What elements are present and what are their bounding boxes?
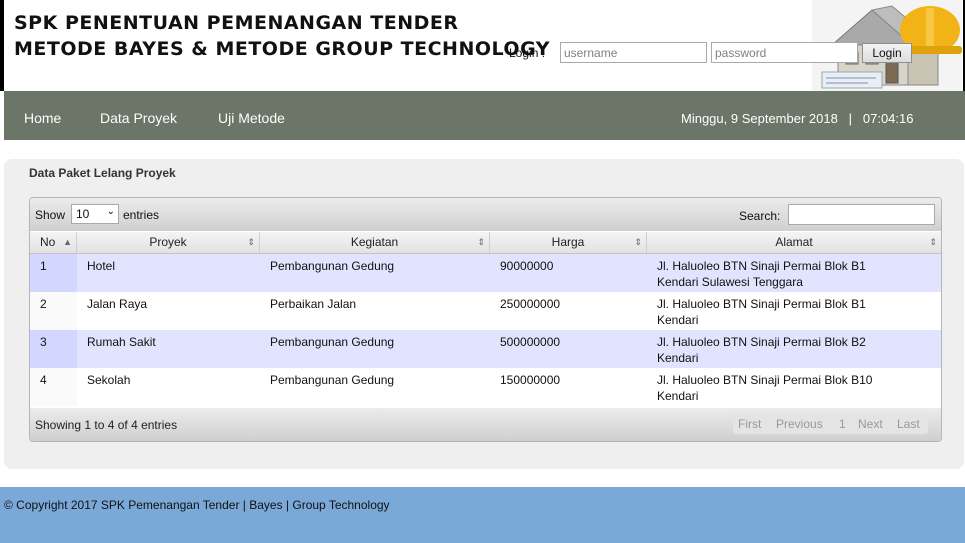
column-header-no[interactable]: No ▲ [30,232,77,253]
sort-both-icon: ⇕ [247,237,255,247]
cell-alamat-line1: Jl. Haluoleo BTN Sinaji Permai Blok B1 [657,259,866,273]
cell-harga: 90000000 [500,259,554,273]
column-header-kegiatan-label: Kegiatan [350,235,399,249]
cell-kegiatan: Pembangunan Gedung [270,373,395,387]
pagination-first[interactable]: First [738,417,761,431]
pagination-page-1[interactable]: 1 [839,417,846,431]
sorted-column-cell [30,368,77,406]
cell-no: 3 [40,335,47,349]
column-header-alamat[interactable]: Alamat ⇕ [647,232,941,253]
cell-alamat: Jl. Haluoleo BTN Sinaji Permai Blok B2 Ke… [657,334,927,366]
cell-alamat: Jl. Haluoleo BTN Sinaji Permai Blok B1 Ke… [657,296,927,328]
cell-no: 2 [40,297,47,311]
data-table-wrapper: Show 10 ⌄ entries Search: No ▲ Proyek ⇕ … [29,197,942,442]
nav-uji-metode[interactable]: Uji Metode [218,110,285,126]
cell-proyek: Jalan Raya [87,297,148,311]
cell-alamat: Jl. Haluoleo BTN Sinaji Permai Blok B1 Ke… [657,258,927,290]
login-button[interactable]: Login [862,43,912,63]
cell-alamat-line2: Kendari [657,313,699,327]
pagination-previous[interactable]: Previous [776,417,823,431]
column-header-no-label: No [40,235,56,249]
app-title-line1: SPK PENENTUAN PEMENANGAN TENDER [14,12,459,34]
copyright-text: © Copyright 2017 SPK Pemenangan Tender |… [4,498,390,512]
cell-harga: 250000000 [500,297,561,311]
cell-alamat-line2: Kendari [657,389,699,403]
cell-kegiatan: Pembangunan Gedung [270,335,395,349]
column-header-proyek-label: Proyek [149,235,187,249]
cell-harga: 150000000 [500,373,561,387]
nav-data-proyek[interactable]: Data Proyek [100,110,177,126]
header-left-border [0,0,4,91]
datetime-display: Minggu, 9 September 2018 | 07:04:16 [681,111,914,126]
cell-alamat-line2: Kendari [657,351,699,365]
search-input[interactable] [788,204,935,225]
sort-asc-icon: ▲ [63,237,72,247]
search-label: Search: [739,209,781,223]
column-header-proyek[interactable]: Proyek ⇕ [77,232,260,253]
entries-per-page-value: 10 [76,207,90,221]
sort-both-icon: ⇕ [477,237,485,247]
cell-alamat-line2: Kendari Sulawesi Tenggara [657,275,803,289]
table-toolbar: Show 10 ⌄ entries Search: [30,198,941,231]
main-nav: Home Data Proyek Uji Metode Minggu, 9 Se… [4,91,965,140]
pagination-next[interactable]: Next [858,417,883,431]
pagination: First Previous 1 Next Last [733,414,928,434]
content-panel: Data Paket Lelang Proyek Show 10 ⌄ entri… [4,159,964,469]
app-title-line2: METODE BAYES & METODE GROUP TECHNOLOGY [14,38,551,60]
cell-proyek: Rumah Sakit [87,335,156,349]
sorted-column-cell [30,330,77,368]
panel-title: Data Paket Lelang Proyek [29,166,176,180]
table-footer: Showing 1 to 4 of 4 entries First Previo… [30,408,941,441]
cell-proyek: Hotel [87,259,116,273]
header: SPK PENENTUAN PEMENANGAN TENDER METODE B… [0,0,965,91]
chevron-down-icon: ⌄ [106,206,115,217]
nav-home[interactable]: Home [24,110,61,126]
table-header: No ▲ Proyek ⇕ Kegiatan ⇕ Harga ⇕ Alamat … [30,232,941,254]
entries-label: entries [123,208,160,222]
column-header-harga-label: Harga [551,235,585,249]
column-header-alamat-label: Alamat [775,235,813,249]
table-info: Showing 1 to 4 of 4 entries [35,418,178,432]
cell-alamat-line1: Jl. Haluoleo BTN Sinaji Permai Blok B10 [657,373,873,387]
sort-both-icon: ⇕ [929,237,937,247]
cell-no: 4 [40,373,47,387]
cell-alamat-line1: Jl. Haluoleo BTN Sinaji Permai Blok B2 [657,335,866,349]
column-header-kegiatan[interactable]: Kegiatan ⇕ [260,232,490,253]
cell-alamat: Jl. Haluoleo BTN Sinaji Permai Blok B10 K… [657,372,927,404]
show-label: Show [35,208,66,222]
column-header-harga[interactable]: Harga ⇕ [490,232,647,253]
table-row: 2 Jalan Raya Perbaikan Jalan 250000000 J… [30,292,941,330]
table-row: 1 Hotel Pembangunan Gedung 90000000 Jl. … [30,254,941,292]
entries-per-page-select[interactable]: 10 ⌄ [71,204,119,224]
username-input[interactable] [560,42,707,63]
table-row: 3 Rumah Sakit Pembangunan Gedung 5000000… [30,330,941,368]
cell-no: 1 [40,259,47,273]
footer: © Copyright 2017 SPK Pemenangan Tender |… [0,487,965,543]
cell-harga: 500000000 [500,335,561,349]
password-input[interactable] [711,42,858,63]
sorted-column-cell [30,254,77,292]
cell-alamat-line1: Jl. Haluoleo BTN Sinaji Permai Blok B1 [657,297,866,311]
login-label: Login : [509,46,546,60]
sorted-column-cell [30,292,77,330]
cell-proyek: Sekolah [87,373,131,387]
sort-both-icon: ⇕ [634,237,642,247]
table-row: 4 Sekolah Pembangunan Gedung 150000000 J… [30,368,941,406]
cell-kegiatan: Pembangunan Gedung [270,259,395,273]
cell-kegiatan: Perbaikan Jalan [270,297,357,311]
pagination-last[interactable]: Last [897,417,920,431]
